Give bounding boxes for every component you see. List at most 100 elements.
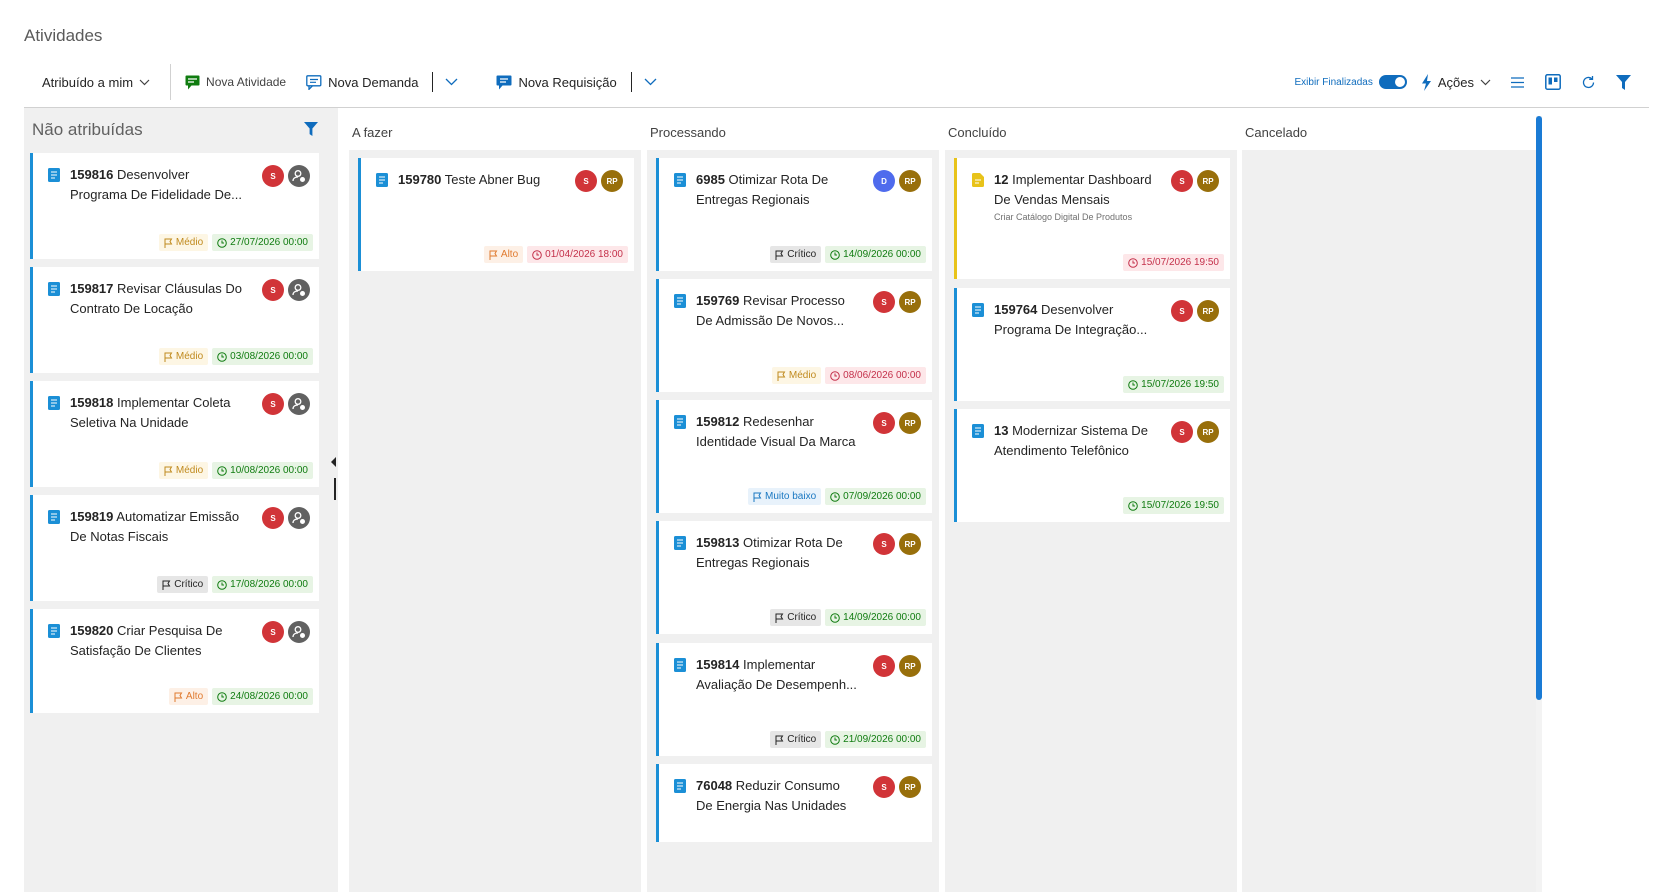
- task-list-icon: [674, 658, 686, 672]
- clock-icon: [217, 465, 227, 476]
- card-id: 159818: [70, 395, 114, 410]
- board-icon: [1545, 74, 1561, 90]
- card-title: 159818 Implementar Coleta Seletiva Na Uni…: [70, 393, 230, 433]
- card-id: 159817: [70, 281, 114, 296]
- avatar[interactable]: RP: [601, 170, 623, 192]
- unassigned-card[interactable]: 159819 Automatizar Emissão De Notas Fisca…: [30, 495, 319, 601]
- split-divider: [630, 72, 632, 92]
- task-list-icon: [972, 303, 984, 317]
- card-avatars: S RP: [1167, 421, 1219, 443]
- kanban-card[interactable]: 13 Modernizar Sistema De Atendimento Tele…: [954, 409, 1230, 522]
- card-title: 159814 Implementar Avaliação De Desempenh…: [696, 655, 857, 695]
- avatar[interactable]: S: [262, 279, 284, 301]
- kanban-card[interactable]: 159812 Redesenhar Identidade Visual Da Ma…: [656, 400, 932, 513]
- kanban-card[interactable]: 76048 Reduzir Consumo De Energia Nas Unid…: [656, 764, 932, 842]
- task-list-icon: [48, 282, 60, 296]
- board-scrollbar[interactable]: [1536, 116, 1542, 700]
- card-title: 6985 Otimizar Rota De Entregas Regionais: [696, 170, 828, 210]
- avatar[interactable]: S: [1171, 170, 1193, 192]
- unassigned-avatar-icon[interactable]: [288, 507, 310, 529]
- filter-button[interactable]: [1609, 64, 1641, 100]
- card-title-line2: De Vendas Mensais: [994, 192, 1110, 207]
- card-title-line2: Entregas Regionais: [696, 192, 810, 207]
- panel-resize-handle[interactable]: [334, 478, 336, 500]
- assigned-filter-label: Atribuído a mim: [42, 74, 134, 90]
- task-list-icon: [674, 294, 686, 308]
- filter-icon[interactable]: [304, 122, 318, 136]
- kanban-card[interactable]: 159764 Desenvolver Programa De Integração…: [954, 288, 1230, 401]
- unassigned-card[interactable]: 159820 Criar Pesquisa De Satisfação De Cl…: [30, 609, 319, 713]
- unassigned-card[interactable]: 159816 Desenvolver Programa De Fidelidade…: [30, 153, 319, 259]
- avatar[interactable]: RP: [899, 776, 921, 798]
- board-view-button[interactable]: [1538, 64, 1574, 100]
- priority-badge: Crítico: [157, 576, 209, 593]
- kanban-card[interactable]: 159780 Teste Abner Bug S RP Alto 01/04/20…: [358, 158, 634, 271]
- refresh-button[interactable]: [1574, 64, 1609, 100]
- avatar[interactable]: S: [575, 170, 597, 192]
- card-title-line2: Identidade Visual Da Marca: [696, 434, 856, 449]
- collapse-panel-icon[interactable]: [330, 456, 338, 468]
- avatar[interactable]: S: [262, 621, 284, 643]
- assigned-filter-dropdown[interactable]: Atribuído a mim: [24, 64, 166, 100]
- card-avatars: S RP: [571, 170, 623, 192]
- card-title-line1: Otimizar Rota De: [728, 172, 829, 187]
- kanban-card[interactable]: 159814 Implementar Avaliação De Desempenh…: [656, 643, 932, 756]
- card-avatars: S RP: [869, 655, 921, 677]
- card-title-line2: De Energia Nas Unidades: [696, 798, 847, 813]
- due-date-badge: 08/06/2026 00:00: [825, 367, 926, 384]
- avatar[interactable]: S: [1171, 421, 1193, 443]
- list-view-button[interactable]: [1503, 64, 1538, 100]
- clock-icon: [1128, 257, 1138, 268]
- avatar[interactable]: S: [1171, 300, 1193, 322]
- new-request-dropdown[interactable]: [636, 64, 671, 100]
- avatar[interactable]: S: [262, 393, 284, 415]
- chat-add-icon: [185, 75, 200, 89]
- avatar[interactable]: S: [262, 165, 284, 187]
- chat-filled-icon: [496, 75, 512, 89]
- priority-badge: Crítico: [770, 246, 822, 263]
- card-id: 159814: [696, 657, 740, 672]
- avatar[interactable]: RP: [899, 533, 921, 555]
- avatar[interactable]: S: [873, 291, 895, 313]
- kanban-card[interactable]: 159769 Revisar Processo De Admissão De No…: [656, 279, 932, 392]
- card-id: 159812: [696, 414, 740, 429]
- kanban-card[interactable]: 12 Implementar Dashboard De Vendas Mensai…: [954, 158, 1230, 279]
- avatar[interactable]: S: [873, 412, 895, 434]
- unassigned-avatar-icon[interactable]: [288, 621, 310, 643]
- new-demand-button[interactable]: Nova Demanda: [296, 64, 428, 100]
- avatar[interactable]: RP: [899, 655, 921, 677]
- list-icon: [1511, 76, 1524, 88]
- card-id: 13: [994, 423, 1009, 438]
- avatar[interactable]: RP: [1197, 421, 1219, 443]
- avatar[interactable]: S: [262, 507, 284, 529]
- card-title-line2: Atendimento Telefônico: [994, 443, 1129, 458]
- actions-menu-button[interactable]: Ações: [1415, 64, 1503, 100]
- unassigned-card[interactable]: 159818 Implementar Coleta Seletiva Na Uni…: [30, 381, 319, 487]
- kanban-card[interactable]: 159813 Otimizar Rota De Entregas Regionai…: [656, 521, 932, 634]
- unassigned-avatar-icon[interactable]: [288, 279, 310, 301]
- priority-badge: Médio: [771, 367, 822, 384]
- avatar[interactable]: RP: [899, 291, 921, 313]
- avatar[interactable]: RP: [1197, 170, 1219, 192]
- new-demand-label: Nova Demanda: [328, 74, 419, 90]
- avatar[interactable]: RP: [899, 412, 921, 434]
- new-demand-dropdown[interactable]: [437, 64, 472, 100]
- unassigned-card[interactable]: 159817 Revisar Cláusulas Do Contrato De L…: [30, 267, 319, 373]
- avatar[interactable]: S: [873, 776, 895, 798]
- avatar[interactable]: S: [873, 655, 895, 677]
- chevron-down-icon: [644, 78, 657, 86]
- refresh-icon: [1582, 75, 1595, 88]
- new-request-button[interactable]: Nova Requisição: [472, 64, 626, 100]
- flag-icon: [164, 352, 173, 362]
- avatar[interactable]: D: [873, 170, 895, 192]
- due-date-badge: 17/08/2026 00:00: [212, 576, 313, 593]
- avatar[interactable]: RP: [899, 170, 921, 192]
- avatar[interactable]: RP: [1197, 300, 1219, 322]
- avatar[interactable]: S: [873, 533, 895, 555]
- unassigned-avatar-icon[interactable]: [288, 165, 310, 187]
- show-finished-toggle[interactable]: [1378, 75, 1407, 89]
- new-activity-button[interactable]: Nova Atividade: [175, 64, 296, 100]
- unassigned-avatar-icon[interactable]: [288, 393, 310, 415]
- split-divider: [432, 72, 434, 92]
- kanban-card[interactable]: 6985 Otimizar Rota De Entregas Regionais …: [656, 158, 932, 271]
